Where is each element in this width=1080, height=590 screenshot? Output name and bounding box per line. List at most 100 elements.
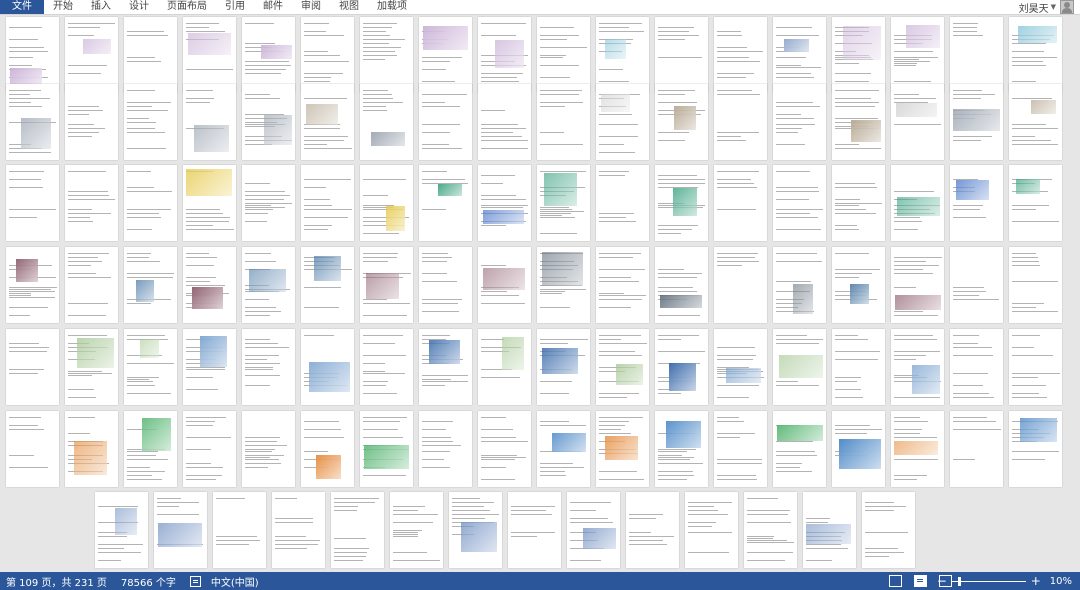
user-avatar-icon[interactable]	[1060, 0, 1074, 14]
page-thumbnail[interactable]	[508, 492, 561, 568]
page-thumbnail[interactable]	[242, 329, 295, 405]
page-thumbnail[interactable]	[773, 247, 826, 323]
page-thumbnail[interactable]	[183, 247, 236, 323]
tab-3[interactable]: 设计	[120, 0, 158, 14]
page-thumbnail[interactable]	[65, 17, 118, 93]
page-thumbnail[interactable]	[65, 329, 118, 405]
document-check-icon[interactable]	[189, 575, 201, 587]
page-thumbnail[interactable]	[596, 411, 649, 487]
page-thumbnail[interactable]	[832, 17, 885, 93]
page-thumbnail[interactable]	[331, 492, 384, 568]
page-thumbnail[interactable]	[950, 84, 1003, 160]
page-thumbnail[interactable]	[655, 411, 708, 487]
page-thumbnail[interactable]	[891, 329, 944, 405]
page-thumbnail[interactable]	[832, 411, 885, 487]
page-thumbnail[interactable]	[773, 329, 826, 405]
read-mode-icon[interactable]	[889, 575, 902, 587]
page-thumbnail[interactable]	[714, 17, 767, 93]
tab-7[interactable]: 审阅	[292, 0, 330, 14]
caret-down-icon[interactable]: ▼	[1051, 3, 1056, 11]
page-thumbnail[interactable]	[537, 329, 590, 405]
page-thumbnail[interactable]	[65, 411, 118, 487]
page-thumbnail[interactable]	[242, 165, 295, 241]
page-thumbnail[interactable]	[891, 165, 944, 241]
zoom-level[interactable]: 10%	[1050, 576, 1072, 587]
zoom-out-button[interactable]: −	[936, 572, 948, 590]
document-canvas[interactable]	[0, 15, 1080, 572]
page-thumbnail[interactable]	[419, 411, 472, 487]
page-thumbnail[interactable]	[360, 411, 413, 487]
user-name[interactable]: 刘昊天	[1019, 0, 1049, 15]
page-thumbnail[interactable]	[6, 329, 59, 405]
page-thumbnail[interactable]	[950, 165, 1003, 241]
page-thumbnail[interactable]	[714, 247, 767, 323]
tab-1[interactable]: 开始	[44, 0, 82, 14]
page-thumbnail[interactable]	[950, 411, 1003, 487]
page-thumbnail[interactable]	[301, 329, 354, 405]
page-thumbnail[interactable]	[714, 411, 767, 487]
page-thumbnail[interactable]	[183, 329, 236, 405]
page-thumbnail[interactable]	[6, 165, 59, 241]
page-thumbnail[interactable]	[655, 247, 708, 323]
page-thumbnail[interactable]	[65, 247, 118, 323]
page-thumbnail[interactable]	[685, 492, 738, 568]
page-thumbnail[interactable]	[567, 492, 620, 568]
word-count[interactable]: 78566 个字	[121, 574, 176, 589]
page-thumbnail[interactable]	[773, 411, 826, 487]
tab-file[interactable]: 文件	[0, 0, 44, 14]
page-thumbnail[interactable]	[360, 17, 413, 93]
page-thumbnail[interactable]	[1009, 17, 1062, 93]
page-thumbnail[interactable]	[714, 329, 767, 405]
zoom-slider[interactable]	[951, 576, 1026, 586]
page-thumbnail[interactable]	[537, 84, 590, 160]
page-thumbnail[interactable]	[1009, 247, 1062, 323]
page-thumbnail[interactable]	[832, 329, 885, 405]
page-thumbnail[interactable]	[478, 165, 531, 241]
page-thumbnail[interactable]	[65, 84, 118, 160]
page-thumbnail[interactable]	[626, 492, 679, 568]
page-thumbnail[interactable]	[714, 84, 767, 160]
page-thumbnail[interactable]	[360, 165, 413, 241]
tab-4[interactable]: 页面布局	[158, 0, 216, 14]
page-thumbnail[interactable]	[183, 411, 236, 487]
page-thumbnail[interactable]	[124, 411, 177, 487]
page-thumbnail[interactable]	[242, 247, 295, 323]
page-thumbnail[interactable]	[537, 165, 590, 241]
page-thumbnail[interactable]	[301, 84, 354, 160]
page-thumbnail[interactable]	[301, 411, 354, 487]
page-thumbnail[interactable]	[419, 17, 472, 93]
page-thumbnail[interactable]	[449, 492, 502, 568]
tab-6[interactable]: 邮件	[254, 0, 292, 14]
page-thumbnail[interactable]	[6, 247, 59, 323]
page-thumbnail[interactable]	[950, 329, 1003, 405]
print-layout-icon[interactable]	[914, 575, 927, 587]
page-thumbnail[interactable]	[891, 247, 944, 323]
page-thumbnail[interactable]	[832, 165, 885, 241]
page-thumbnail[interactable]	[1009, 165, 1062, 241]
page-thumbnail[interactable]	[773, 17, 826, 93]
page-thumbnail[interactable]	[803, 492, 856, 568]
page-thumbnail[interactable]	[596, 329, 649, 405]
page-thumbnail[interactable]	[65, 165, 118, 241]
page-thumbnail[interactable]	[6, 84, 59, 160]
page-thumbnail[interactable]	[124, 165, 177, 241]
page-thumbnail[interactable]	[242, 17, 295, 93]
page-thumbnail[interactable]	[832, 247, 885, 323]
page-thumbnail[interactable]	[242, 84, 295, 160]
page-thumbnail[interactable]	[419, 329, 472, 405]
zoom-in-button[interactable]: +	[1030, 572, 1042, 590]
page-thumbnail[interactable]	[154, 492, 207, 568]
page-thumbnail[interactable]	[301, 17, 354, 93]
page-thumbnail[interactable]	[714, 165, 767, 241]
page-thumbnail[interactable]	[419, 165, 472, 241]
page-thumbnail[interactable]	[537, 17, 590, 93]
page-thumbnail[interactable]	[478, 329, 531, 405]
page-thumbnail[interactable]	[596, 17, 649, 93]
page-thumbnail[interactable]	[832, 84, 885, 160]
page-thumbnail[interactable]	[360, 247, 413, 323]
page-thumbnail[interactable]	[390, 492, 443, 568]
page-thumbnail[interactable]	[537, 247, 590, 323]
language[interactable]: 中文(中国)	[211, 574, 259, 589]
page-thumbnail[interactable]	[891, 84, 944, 160]
page-thumbnail[interactable]	[1009, 84, 1062, 160]
